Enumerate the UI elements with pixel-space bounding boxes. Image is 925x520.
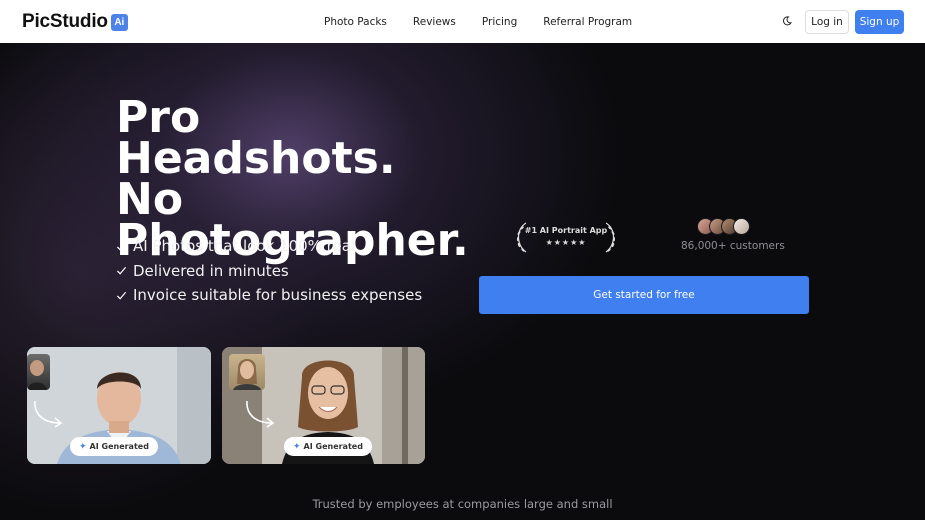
feature-text: Delivered in minutes bbox=[133, 261, 289, 280]
customer-count: 86,000+ customers bbox=[681, 240, 785, 252]
logo-text: PicStudio bbox=[22, 11, 108, 32]
top-navbar: PicStudio Ai Photo Packs Reviews Pricing… bbox=[0, 0, 925, 43]
arrow-icon bbox=[34, 400, 63, 428]
check-icon bbox=[116, 242, 127, 251]
signup-button[interactable]: Sign up bbox=[855, 10, 904, 34]
feature-item: AI Photos that look 100% real bbox=[116, 234, 422, 259]
feature-item: Invoice suitable for business expenses bbox=[116, 283, 422, 308]
original-photo-thumbnail bbox=[27, 354, 50, 390]
moon-icon[interactable] bbox=[780, 14, 794, 28]
check-icon bbox=[116, 291, 127, 300]
sparkle-icon: ✦ bbox=[293, 441, 301, 452]
trusted-by-text: Trusted by employees at companies large … bbox=[312, 497, 613, 511]
ai-generated-badge: ✦ AI Generated bbox=[284, 437, 372, 456]
ai-generated-label: AI Generated bbox=[303, 442, 363, 451]
original-photo-thumbnail bbox=[229, 354, 265, 390]
star-rating: ★★★★★ bbox=[545, 238, 587, 247]
nav-referral-program[interactable]: Referral Program bbox=[530, 16, 645, 28]
check-icon bbox=[116, 267, 127, 275]
nav-reviews[interactable]: Reviews bbox=[400, 16, 469, 28]
get-started-button[interactable]: Get started for free bbox=[479, 276, 809, 314]
logo[interactable]: PicStudio Ai bbox=[22, 11, 128, 33]
ai-generated-badge: ✦ AI Generated bbox=[70, 437, 158, 456]
feature-text: AI Photos that look 100% real bbox=[133, 237, 356, 256]
headline-line-2: No bbox=[116, 174, 184, 225]
login-button[interactable]: Log in bbox=[805, 10, 849, 34]
headshot-example-man: ✦ AI Generated bbox=[27, 347, 211, 464]
main-nav: Photo Packs Reviews Pricing Referral Pro… bbox=[311, 0, 645, 43]
feature-item: Delivered in minutes bbox=[116, 259, 422, 284]
feature-list: AI Photos that look 100% real Delivered … bbox=[116, 234, 422, 308]
avatar bbox=[733, 218, 750, 235]
arrow-icon bbox=[246, 400, 275, 428]
award-badge: #1 AI Portrait App ★★★★★ bbox=[512, 219, 620, 255]
sparkle-icon: ✦ bbox=[79, 441, 87, 452]
headline-line-1: Pro Headshots. bbox=[116, 92, 396, 184]
logo-badge: Ai bbox=[110, 13, 128, 31]
nav-photo-packs[interactable]: Photo Packs bbox=[311, 16, 400, 28]
badge-text: #1 AI Portrait App bbox=[524, 226, 608, 235]
customer-avatars bbox=[697, 218, 750, 235]
hero-section: Pro Headshots. No Photographer. AI Photo… bbox=[0, 43, 925, 520]
ai-generated-label: AI Generated bbox=[89, 442, 149, 451]
feature-text: Invoice suitable for business expenses bbox=[133, 286, 423, 305]
nav-pricing[interactable]: Pricing bbox=[469, 16, 530, 28]
headshot-example-woman: ✦ AI Generated bbox=[222, 347, 425, 464]
laurel-icon bbox=[516, 222, 616, 253]
